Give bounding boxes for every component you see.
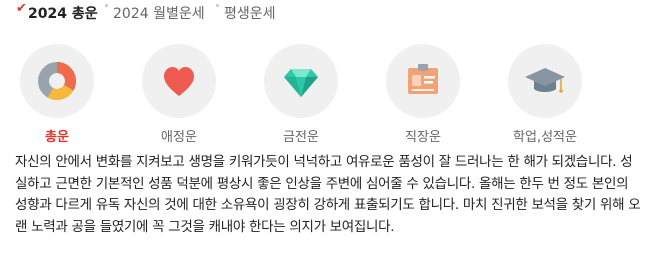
tab-label: 2024 월별운세 bbox=[113, 6, 205, 22]
tab-2024-overall[interactable]: ✔ 2024 총운 bbox=[16, 1, 98, 23]
donut-chart-icon bbox=[20, 44, 94, 118]
category-label: 직장운 bbox=[405, 130, 441, 145]
id-card-icon bbox=[386, 44, 460, 118]
fortune-description: 자신의 안에서 변화를 지켜보고 생명을 키워가듯이 넉넉하고 여유로운 품성이… bbox=[15, 154, 641, 235]
category-label: 학업,성적운 bbox=[513, 130, 577, 145]
category-study[interactable]: 학업,성적운 bbox=[495, 40, 595, 148]
check-icon: ✔ bbox=[16, 1, 27, 16]
tab-2024-monthly[interactable]: 2024 월별운세 bbox=[105, 3, 205, 23]
tab-label: 평생운세 bbox=[224, 6, 276, 22]
category-overall[interactable]: 총운 bbox=[7, 40, 107, 148]
heart-icon bbox=[142, 44, 216, 118]
bullet-icon bbox=[216, 4, 219, 7]
bullet-icon bbox=[105, 4, 108, 7]
tab-lifetime[interactable]: 평생운세 bbox=[216, 3, 276, 23]
tab-label: 2024 총운 bbox=[28, 6, 98, 22]
category-label: 총운 bbox=[45, 130, 69, 145]
tab-bar: ✔ 2024 총운 2024 월별운세 평생운세 bbox=[0, 0, 650, 26]
graduation-cap-icon bbox=[508, 44, 582, 118]
gem-icon bbox=[264, 44, 338, 118]
category-career[interactable]: 직장운 bbox=[373, 40, 473, 148]
category-love[interactable]: 애정운 bbox=[129, 40, 229, 148]
category-money[interactable]: 금전운 bbox=[251, 40, 351, 148]
category-label: 애정운 bbox=[161, 130, 197, 145]
category-list: 총운 애정운 금전운 직장운 학업,성적운 bbox=[0, 40, 650, 148]
category-label: 금전운 bbox=[283, 130, 319, 145]
